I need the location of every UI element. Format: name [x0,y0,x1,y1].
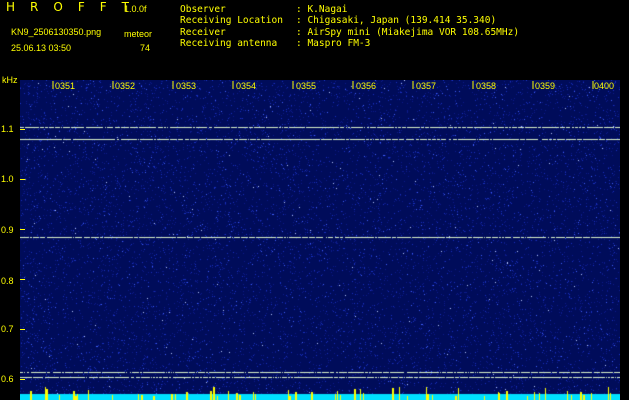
meteor-label: meteor [124,29,153,39]
x-tick-label: 0351 [55,81,76,91]
y-axis-unit: kHz [2,75,18,85]
x-tick-label: 0359 [535,81,556,91]
y-tick-label: 1.0 [1,174,14,184]
x-tick-label: 0354 [236,81,257,91]
x-tick-label: 0400 [594,81,615,91]
x-tick-label: 0358 [476,81,497,91]
filename-label: KN9_2506130350.png [11,27,102,37]
y-tick-label: 0.7 [1,324,14,334]
y-tick-label: 1.1 [1,124,14,134]
location-label: Receiving Location [180,15,283,26]
y-tick-label: 0.8 [1,276,14,286]
meteor-count: 74 [140,43,151,53]
x-tick-label: 0352 [115,81,136,91]
x-tick-label: 0356 [356,81,377,91]
observer-value: : K.Nagai [296,4,348,15]
receiver-value: : AirSpy mini (Miakejima VOR 108.65MHz) [296,27,520,38]
receiver-label: Receiver [180,27,226,38]
x-tick-label: 0357 [416,81,437,91]
version-label: 1.0.0f [124,4,147,14]
location-value: : Chigasaki, Japan (139.414 35.340) [296,15,497,26]
x-tick-label: 0353 [176,81,197,91]
y-tick-label: 0.9 [1,225,14,235]
antenna-label: Receiving antenna [180,38,278,49]
observer-label: Observer [180,4,226,15]
app-title: H R O F F T [6,0,135,14]
spectrogram-canvas[interactable] [20,80,620,400]
x-tick-label: 0355 [296,81,317,91]
y-tick-label: 0.6 [1,374,14,384]
antenna-value: : Maspro FM-3 [296,38,371,49]
datetime-label: 25.06.13 03:50 [11,43,72,53]
